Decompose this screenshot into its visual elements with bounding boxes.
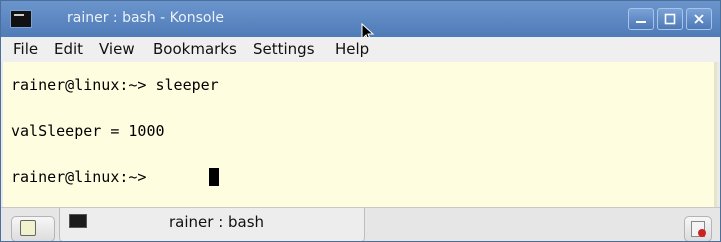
terminal-line: rainer@linux:~> sleeper	[11, 76, 219, 94]
close-button[interactable]	[686, 8, 712, 30]
tab-bar: rainer : bash	[1, 207, 720, 241]
text-cursor	[209, 168, 219, 186]
scrollbar[interactable]	[714, 62, 717, 207]
terminal-output[interactable]: rainer@linux:~> sleeper valSleeper = 100…	[3, 62, 717, 207]
menu-file[interactable]: File	[13, 40, 38, 58]
minimize-icon	[636, 21, 646, 23]
terminal-icon[interactable]	[10, 10, 32, 28]
title-bar[interactable]: rainer : bash - Konsole	[1, 1, 720, 43]
maximize-icon	[664, 13, 676, 25]
menu-edit[interactable]: Edit	[54, 40, 83, 58]
terminal-prompt: rainer@linux:~>	[11, 168, 156, 186]
menu-help[interactable]: Help	[335, 40, 369, 58]
menu-bookmarks[interactable]: Bookmarks	[153, 40, 237, 58]
new-tab-button[interactable]	[11, 216, 55, 241]
konsole-window: rainer : bash - Konsole File Edit View B…	[0, 0, 721, 242]
terminal-icon	[69, 214, 87, 228]
menu-view[interactable]: View	[99, 40, 135, 58]
close-icon	[694, 14, 704, 24]
menu-settings[interactable]: Settings	[253, 40, 315, 58]
terminal-line: valSleeper = 1000	[11, 122, 165, 140]
close-tab-button[interactable]	[684, 216, 712, 241]
tab-label: rainer : bash	[169, 213, 265, 231]
tab-rainer-bash[interactable]: rainer : bash	[59, 208, 365, 241]
window-title: rainer : bash - Konsole	[67, 10, 224, 26]
maximize-button[interactable]	[657, 8, 683, 30]
menu-bar: File Edit View Bookmarks Settings Help	[1, 37, 720, 62]
minimize-button[interactable]	[628, 8, 654, 30]
